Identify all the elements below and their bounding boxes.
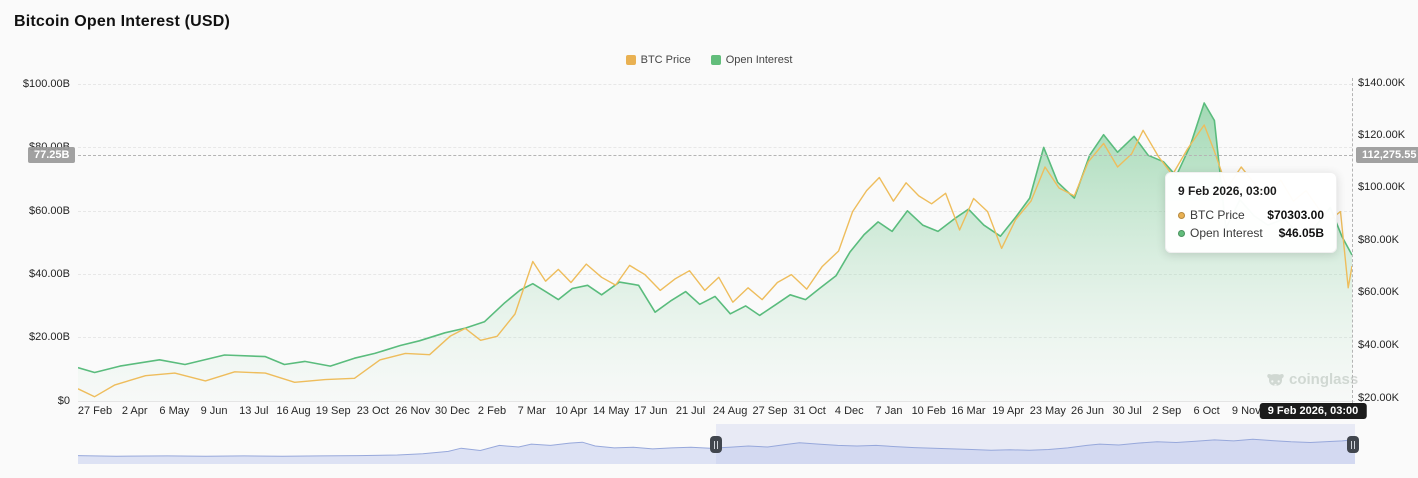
x-axis-tick-label: 6 Oct xyxy=(1193,405,1220,417)
x-axis-tick-label: 9 Nov xyxy=(1231,405,1261,417)
legend-swatch-icon xyxy=(625,55,636,65)
right-axis-tick-label: $140.00K xyxy=(1358,77,1406,89)
legend-item-label: Open Interest xyxy=(725,54,793,66)
x-axis-tick-label: 26 Jun xyxy=(1070,405,1105,417)
tooltip-row-btc-price: BTC Price $70303.00 xyxy=(1178,208,1324,222)
left-axis-tick-label: $40.00B xyxy=(29,268,70,280)
x-axis-cursor-badge: 9 Feb 2026, 03:00 xyxy=(1259,403,1367,419)
x-axis-tick-label: 30 Dec xyxy=(434,405,470,417)
left-axis-tick-label: $0 xyxy=(57,395,70,407)
tooltip-series-value: $46.05B xyxy=(1278,226,1324,240)
x-axis-tick-label: 27 Feb xyxy=(77,405,113,417)
main-chart-plot-area[interactable] xyxy=(78,83,1352,401)
right-axis-tick-label: $40.00K xyxy=(1358,339,1399,351)
left-axis-tick-label: $20.00B xyxy=(29,331,70,343)
tooltip-series-dot-icon xyxy=(1178,229,1185,237)
x-axis-tick-label: 21 Jul xyxy=(675,405,706,417)
x-axis-tick-label: 26 Nov xyxy=(395,405,431,417)
x-axis-tick-label: 19 Apr xyxy=(992,405,1024,417)
tooltip-row-open-interest: Open Interest $46.05B xyxy=(1178,226,1324,240)
x-axis-tick-label: 31 Oct xyxy=(793,405,826,417)
legend-item-open-interest[interactable]: Open Interest xyxy=(710,54,793,66)
x-axis-tick-label: 16 Mar xyxy=(951,405,986,417)
crosshair-vertical-line xyxy=(1352,78,1353,403)
crosshair-horizontal-line xyxy=(78,155,1352,156)
x-axis-tick-label: 10 Feb xyxy=(911,405,946,417)
x-axis-tick-label: 14 May xyxy=(593,405,630,417)
x-axis-tick-label: 10 Apr xyxy=(555,405,588,417)
x-axis-tick-label: 2 Apr xyxy=(121,405,148,417)
right-axis-tick-label: $80.00K xyxy=(1358,234,1399,246)
x-axis-tick-label: 13 Jul xyxy=(239,405,269,417)
x-axis-tick-label: 24 Aug xyxy=(713,405,748,417)
tooltip-series-label: BTC Price xyxy=(1190,208,1245,222)
x-axis-tick-label: 16 Aug xyxy=(276,405,311,417)
left-axis-tick-label: $100.00B xyxy=(22,78,70,90)
x-axis-tick-label: 30 Jul xyxy=(1112,405,1142,417)
x-axis-tick-label: 6 May xyxy=(159,405,190,417)
x-axis-tick-label: 19 Sep xyxy=(315,405,351,417)
right-axis-tick-label: $100.00K xyxy=(1358,181,1406,193)
left-axis-cursor-badge: 77.25B xyxy=(28,147,76,163)
x-axis-tick-label: 9 Jun xyxy=(200,405,228,417)
x-axis-tick-label: 4 Dec xyxy=(834,405,864,417)
legend-swatch-icon xyxy=(710,55,721,65)
x-axis-tick-label: 7 Jan xyxy=(875,405,903,417)
x-axis-tick-label: 2 Sep xyxy=(1152,405,1182,417)
x-axis-baseline xyxy=(78,401,1355,402)
tooltip-series-label: Open Interest xyxy=(1190,226,1263,240)
navigator-left-handle[interactable] xyxy=(710,436,722,453)
x-axis-tick-label: 7 Mar xyxy=(517,405,546,417)
x-axis-tick-label: 23 May xyxy=(1029,405,1066,417)
tooltip-series-value: $70303.00 xyxy=(1267,208,1324,222)
chart-legend: BTC Price Open Interest xyxy=(0,54,1418,66)
navigator-right-handle[interactable] xyxy=(1347,436,1359,453)
tooltip-series-dot-icon xyxy=(1178,211,1185,219)
right-axis-tick-label: $60.00K xyxy=(1358,286,1399,298)
right-axis-tick-label: $120.00K xyxy=(1358,129,1406,141)
page-title: Bitcoin Open Interest (USD) xyxy=(14,13,231,30)
right-axis-cursor-badge: 112,275.55 xyxy=(1356,147,1418,163)
left-axis-tick-label: $60.00B xyxy=(29,205,70,217)
legend-item-label: BTC Price xyxy=(640,54,691,66)
bitcoin-open-interest-page: { "title": "Bitcoin Open Interest (USD)"… xyxy=(0,0,1418,478)
x-axis-tick-label: 2 Feb xyxy=(477,405,507,417)
x-axis-tick-label: 17 Jun xyxy=(634,405,668,417)
tooltip-timestamp: 9 Feb 2026, 03:00 xyxy=(1178,184,1277,198)
x-axis-tick-label: 23 Oct xyxy=(356,405,390,417)
x-axis-tick-label: 27 Sep xyxy=(752,405,788,417)
x-axis: 27 Feb 2 Apr 6 May 9 Jun 13 Jul 16 Aug 19 Sep 2… xyxy=(78,405,1352,420)
open-interest-area xyxy=(78,103,1352,401)
legend-item-btc-price[interactable]: BTC Price xyxy=(625,54,691,66)
chart-tooltip: 9 Feb 2026, 03:00 BTC Price $70303.00 Open… xyxy=(1165,172,1337,253)
